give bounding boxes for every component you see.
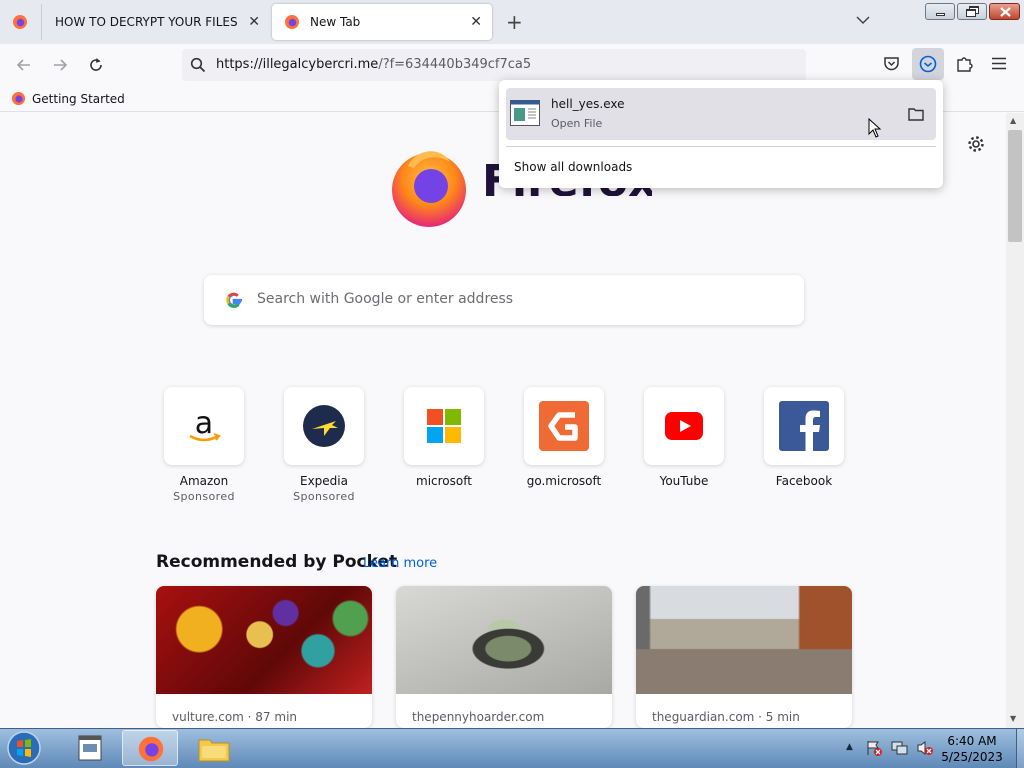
list-all-tabs-chevron-icon[interactable] (856, 14, 870, 28)
url-bar[interactable]: https://illegalcybercri.me/?f=634440b349… (182, 49, 806, 81)
action-center-flag-icon[interactable] (866, 740, 882, 756)
start-button[interactable] (4, 729, 46, 767)
shortcut-facebook[interactable]: Facebook (744, 387, 864, 488)
firefox-icon (13, 15, 27, 29)
firefox-icon (138, 736, 164, 762)
card-image (636, 586, 852, 694)
new-tab-plus-icon[interactable]: + (506, 12, 523, 32)
clock-date: 5/25/2023 (941, 750, 1003, 764)
bookmark-label: Getting Started (32, 91, 125, 106)
show-all-downloads-link[interactable]: Show all downloads (514, 160, 632, 174)
scroll-up-arrow-icon[interactable]: ▲ (1010, 116, 1016, 125)
downloads-divider (506, 146, 936, 147)
sponsored-label: Sponsored (173, 490, 235, 503)
forward-arrow-icon[interactable] (51, 56, 69, 74)
settings-gear-icon[interactable] (966, 134, 986, 157)
facebook-icon (764, 387, 844, 465)
folder-icon (198, 739, 230, 762)
extensions-puzzle-icon[interactable] (956, 55, 973, 76)
card-source: thepennyhoarder.com (412, 710, 545, 724)
firefox-icon (11, 91, 26, 106)
bookmark-getting-started[interactable]: Getting Started (11, 91, 125, 106)
downloads-check-icon (919, 55, 937, 73)
search-icon (190, 57, 206, 73)
taskbar-app-explorer[interactable] (186, 730, 242, 766)
show-desktop-button[interactable] (1016, 729, 1024, 768)
tab-title: HOW TO DECRYPT YOUR FILES (55, 15, 238, 29)
mouse-cursor-icon (868, 118, 882, 138)
firefox-logo-icon (388, 146, 470, 231)
url-text: https://illegalcybercri.me/?f=634440b349… (216, 57, 531, 72)
tab-title: New Tab (310, 15, 361, 29)
search-placeholder: Search with Google or enter address (257, 291, 514, 307)
tab-how-to-decrypt[interactable]: HOW TO DECRYPT YOUR FILES ✕ (44, 4, 270, 40)
shortcut-name: microsoft (416, 474, 472, 488)
shortcut-amazon[interactable]: a Amazon Sponsored (144, 387, 264, 503)
scrollbar-thumb[interactable] (1008, 130, 1022, 242)
system-clock[interactable]: 6:40 AM 5/25/2023 (930, 733, 1014, 765)
shortcut-name: Expedia (300, 474, 348, 488)
card-source: vulture.com · 87 min (172, 710, 298, 724)
card-image (396, 586, 612, 694)
youtube-icon (644, 387, 724, 465)
learn-more-link[interactable]: Learn more (363, 556, 437, 571)
pocket-heading: Recommended by Pocket (156, 552, 398, 572)
microsoft-icon (404, 387, 484, 465)
tab-new-tab[interactable]: New Tab ✕ (272, 4, 492, 40)
back-arrow-icon[interactable] (15, 56, 33, 74)
pocket-card[interactable]: theguardian.com · 5 min (636, 586, 852, 728)
shortcut-microsoft[interactable]: microsoft (384, 387, 504, 488)
shortcut-name: Facebook (775, 474, 833, 488)
shortcut-name: YouTube (659, 474, 709, 488)
sponsored-label: Sponsored (293, 490, 355, 503)
expedia-icon (284, 387, 364, 465)
taskbar-app-firefox[interactable] (122, 730, 178, 766)
download-file-name: hell_yes.exe (551, 97, 625, 111)
card-source: theguardian.com · 5 min (652, 710, 800, 724)
close-window-button[interactable] (989, 3, 1020, 20)
amazon-icon: a (164, 387, 244, 465)
shortcut-name: go.microsoft (526, 474, 602, 488)
hamburger-menu-icon[interactable] (992, 57, 1006, 73)
url-domain: https://illegalcybercri.me (216, 57, 379, 72)
pocket-card[interactable]: thepennyhoarder.com (396, 586, 612, 728)
show-hidden-icons-arrow-icon[interactable]: ▲ (846, 742, 853, 752)
open-folder-icon[interactable] (908, 107, 924, 121)
network-icon[interactable] (891, 740, 909, 756)
tab-firefox-pinned[interactable] (0, 4, 42, 40)
pocket-card[interactable]: vulture.com · 87 min (156, 586, 372, 728)
url-path: /?f=634440b349cf7ca5 (378, 57, 532, 72)
download-status: Open File (551, 117, 603, 130)
pocket-icon[interactable] (883, 56, 900, 75)
exe-file-icon (510, 100, 540, 126)
card-image (156, 586, 372, 694)
go-microsoft-icon (524, 387, 604, 465)
firefox-icon (285, 15, 299, 29)
svg-text:a: a (195, 406, 213, 441)
google-search-input[interactable]: Search with Google or enter address (204, 275, 804, 325)
taskbar-app-document[interactable] (62, 730, 118, 766)
scroll-down-arrow-icon[interactable]: ▼ (1010, 714, 1016, 723)
close-tab-icon[interactable]: ✕ (470, 14, 482, 30)
document-app-icon (78, 735, 102, 761)
google-g-icon (226, 292, 242, 308)
downloads-button[interactable] (912, 48, 944, 80)
close-tab-icon[interactable]: ✕ (248, 14, 260, 30)
shortcut-expedia[interactable]: Expedia Sponsored (264, 387, 384, 503)
shortcut-name: Amazon (179, 474, 229, 488)
shortcut-go-microsoft[interactable]: go.microsoft (504, 387, 624, 488)
reload-icon[interactable] (87, 56, 105, 74)
clock-time: 6:40 AM (947, 734, 997, 748)
restore-window-button[interactable] (957, 3, 987, 20)
shortcut-youtube[interactable]: YouTube (624, 387, 744, 488)
minimize-window-button[interactable] (925, 3, 955, 20)
